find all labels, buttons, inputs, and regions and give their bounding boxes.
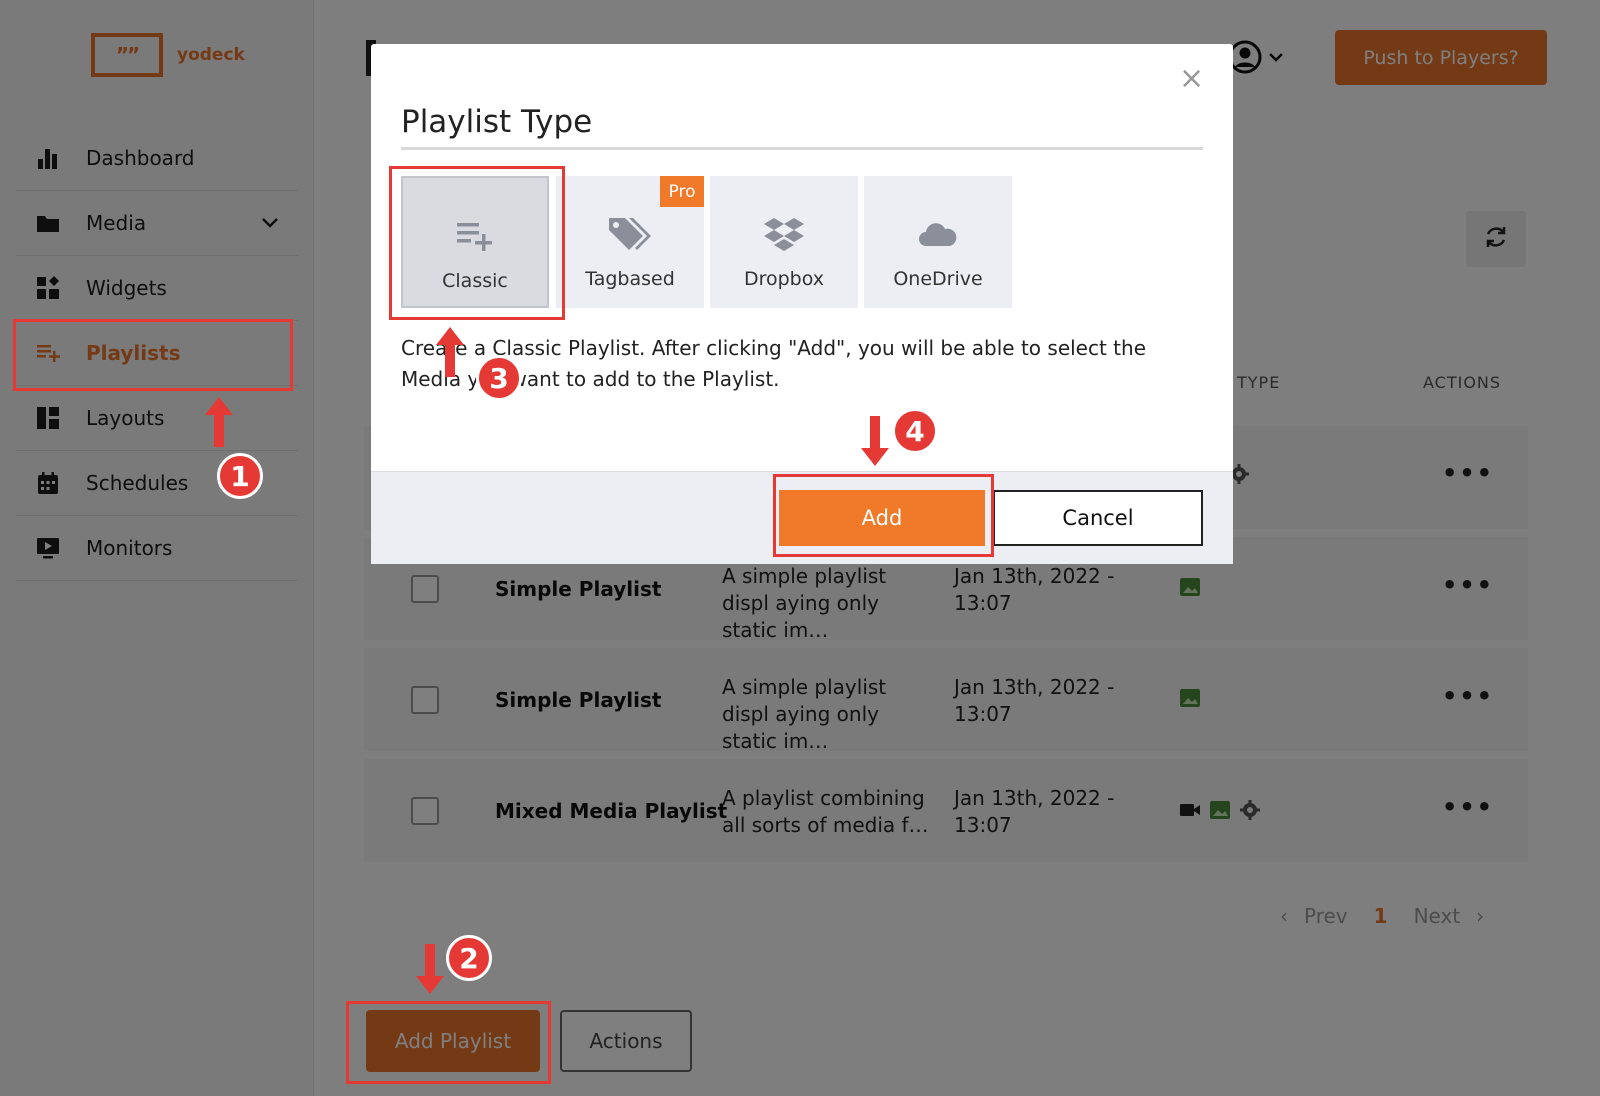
add-button[interactable]: Add: [779, 490, 985, 546]
step-badge-3: 3: [476, 355, 522, 401]
close-icon[interactable]: ×: [1179, 64, 1204, 94]
step-badge-2: 2: [446, 935, 492, 981]
type-option-onedrive[interactable]: OneDrive: [864, 176, 1012, 308]
type-label: Classic: [442, 270, 508, 292]
arrow-up-icon: [435, 327, 465, 381]
cloud-icon: [918, 214, 958, 254]
type-label: Dropbox: [743, 268, 825, 290]
step-badge-1: 1: [217, 453, 263, 499]
type-option-dropbox[interactable]: Dropbox: [710, 176, 858, 308]
divider: [401, 147, 1203, 150]
dropbox-icon: [764, 214, 804, 254]
type-option-classic[interactable]: Classic: [401, 176, 549, 308]
dialog-title: Playlist Type: [401, 104, 593, 140]
arrow-up-icon: [204, 397, 234, 451]
step-badge-4: 4: [892, 408, 938, 454]
arrow-down-icon: [860, 416, 890, 470]
cancel-button[interactable]: Cancel: [993, 490, 1203, 546]
pro-badge: Pro: [660, 176, 704, 207]
arrow-down-icon: [415, 944, 445, 998]
playlist-type-dialog: × Playlist Type Classic Pro Tagbased Dro…: [371, 44, 1233, 564]
type-option-tagbased[interactable]: Pro Tagbased: [556, 176, 704, 308]
type-label: OneDrive: [893, 268, 983, 290]
type-label: Tagbased: [585, 268, 675, 290]
playlist-add-icon: [457, 216, 493, 256]
tags-icon: [607, 214, 653, 254]
type-description: Create a Classic Playlist. After clickin…: [401, 336, 1146, 391]
